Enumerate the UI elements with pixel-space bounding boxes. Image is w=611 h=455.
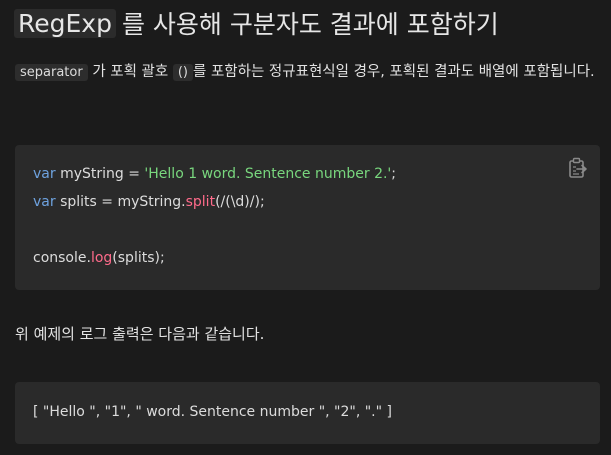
code-line-1: var myString = 'Hello 1 word. Sentence n… [33, 166, 396, 182]
inline-code-paren: () [172, 64, 193, 81]
description-paragraph: separator 가 포획 괄호 () 를 포함하는 정규표현식일 경우, 포획… [15, 58, 605, 87]
output-code-block: [ "Hello ", "1", " word. Sentence number… [15, 382, 600, 444]
keyword-var: var [33, 166, 56, 182]
output-description: 위 예제의 로그 출력은 다음과 같습니다. [15, 325, 265, 343]
keyword-var: var [33, 194, 56, 210]
paragraph-text-part1: 가 포획 괄호 [92, 64, 169, 80]
code-plain: myString = [55, 166, 145, 182]
code-semicolon: ; [391, 166, 396, 182]
heading-code-regexp: RegExp [14, 8, 116, 38]
code-function-log: log [90, 250, 113, 266]
heading-text: 를 사용해 구분자도 결과에 포함하기 [121, 10, 499, 39]
code-plain: splits = myString. [55, 194, 186, 210]
clipboard-copy-icon[interactable] [568, 157, 588, 179]
code-args: (/(\d)/); [215, 194, 265, 210]
inline-code-separator: separator [15, 64, 88, 81]
code-line-2: var splits = myString.split(/(\d)/); [33, 194, 265, 210]
code-args: (splits); [112, 250, 165, 266]
code-plain: console. [33, 250, 91, 266]
paragraph-text-part2: 를 포함하는 정규표현식일 경우, 포획된 결과도 배열에 포함됩니다. [193, 64, 595, 80]
code-string: 'Hello 1 word. Sentence number 2.' [144, 166, 392, 182]
output-line: [ "Hello ", "1", " word. Sentence number… [33, 404, 392, 420]
code-function-split: split [185, 194, 216, 210]
code-line-3: console.log(splits); [33, 250, 165, 266]
section-heading: RegExp 를 사용해 구분자도 결과에 포함하기 [14, 6, 604, 40]
code-example-block: var myString = 'Hello 1 word. Sentence n… [15, 145, 600, 290]
